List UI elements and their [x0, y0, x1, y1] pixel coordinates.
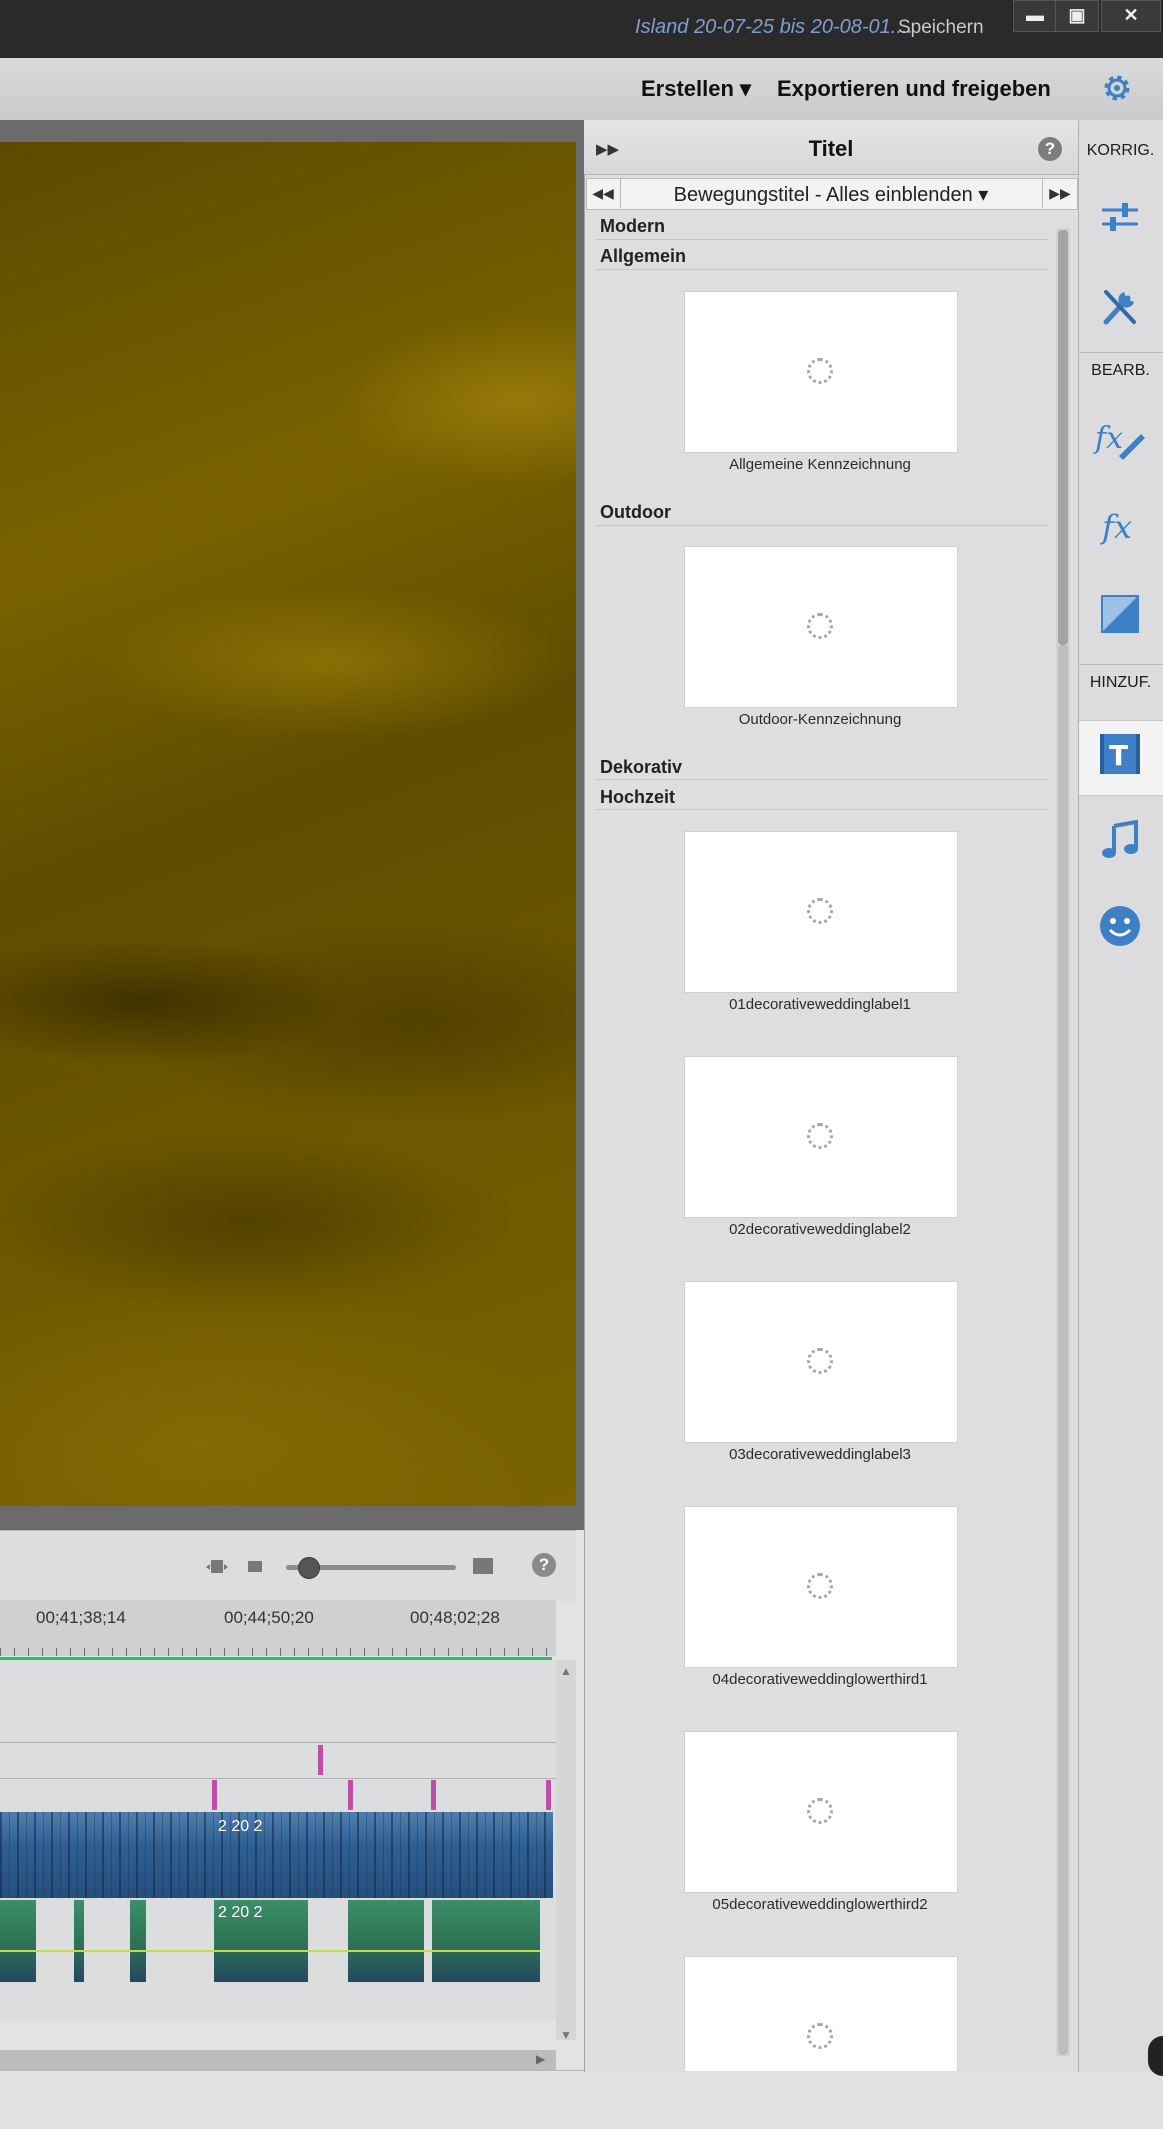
- loading-spinner-icon: [807, 1348, 833, 1374]
- clip-label: 2 20 2: [218, 1818, 263, 1835]
- scroll-right-icon[interactable]: ▶: [536, 2052, 545, 2066]
- svg-text:fx: fx: [1093, 421, 1123, 456]
- scroll-up-icon[interactable]: ▲: [560, 1664, 572, 1678]
- loading-spinner-icon: [807, 1798, 833, 1824]
- loading-spinner-icon: [807, 613, 833, 639]
- title-thumbnail[interactable]: [684, 1956, 958, 2071]
- status-bar: [0, 2070, 1163, 2129]
- video-preview: [0, 142, 576, 1506]
- timecode-3: 00;48;02;28: [410, 1608, 500, 1627]
- scroll-down-icon[interactable]: ▼: [560, 2028, 572, 2042]
- export-share-menu[interactable]: Exportieren und freigeben: [777, 76, 1051, 102]
- adjust-icon[interactable]: [1098, 196, 1142, 240]
- category-outdoor[interactable]: Outdoor: [600, 502, 671, 523]
- transition-icon[interactable]: [1098, 592, 1142, 636]
- timeline-marker[interactable]: [431, 1780, 436, 1810]
- loading-spinner-icon: [807, 898, 833, 924]
- category-divider: [596, 779, 1048, 780]
- gear-icon[interactable]: [1101, 72, 1133, 104]
- timeline-horizontal-scrollbar[interactable]: [0, 2050, 556, 2070]
- tools-icon[interactable]: [1098, 284, 1142, 328]
- clip-label: 2 20 2: [218, 1904, 263, 1921]
- svg-text:fx: fx: [1100, 508, 1132, 546]
- sidebar-divider: [1078, 352, 1163, 353]
- category-dropdown[interactable]: Bewegungstitel - Alles einblenden ▾: [620, 182, 1042, 207]
- timeline-marker[interactable]: [318, 1745, 323, 1775]
- track-gap: [146, 1900, 214, 1982]
- category-divider: [596, 269, 1048, 270]
- category-hochzeit[interactable]: Hochzeit: [600, 787, 675, 808]
- previous-category-icon[interactable]: ◀◀: [586, 178, 621, 208]
- close-button[interactable]: ✕: [1101, 0, 1161, 32]
- save-button[interactable]: Speichern: [898, 17, 984, 39]
- track-divider: [0, 1742, 556, 1743]
- title-label: Allgemeine Kennzeichnung: [729, 456, 911, 473]
- loading-spinner-icon: [807, 1123, 833, 1149]
- svg-text:T: T: [1109, 739, 1128, 772]
- loading-spinner-icon: [807, 358, 833, 384]
- panel-title: Titel: [808, 136, 854, 161]
- timeline-marker[interactable]: [348, 1780, 353, 1810]
- title-label: 02decorativeweddinglabel2: [729, 1221, 911, 1238]
- category-divider: [596, 809, 1048, 810]
- timecode-1: 00;41;38;14: [36, 1608, 126, 1627]
- track-gap: [84, 1900, 130, 1982]
- video-clips[interactable]: [0, 1812, 553, 1898]
- timeline-marker[interactable]: [212, 1780, 217, 1810]
- panel-scrollbar-track[interactable]: [1058, 645, 1068, 2055]
- minimize-button[interactable]: ▬: [1013, 0, 1057, 32]
- panel-help-icon[interactable]: ?: [1038, 137, 1062, 161]
- section-bearb: BEARB.: [1091, 362, 1150, 379]
- volume-line[interactable]: [0, 1950, 540, 1952]
- maximize-button[interactable]: ▣: [1055, 0, 1099, 32]
- panel-scrollbar-thumb[interactable]: [1058, 230, 1068, 645]
- track-gap: [308, 1900, 348, 1982]
- create-menu[interactable]: Erstellen ▾: [641, 76, 751, 102]
- title-label: 04decorativeweddinglowerthird1: [712, 1671, 928, 1688]
- action-sidebar: [1078, 120, 1163, 2072]
- title-label: Outdoor-Kennzeichnung: [738, 711, 902, 728]
- title-label: 05decorativeweddinglowerthird2: [712, 1896, 928, 1913]
- titles-icon[interactable]: T: [1098, 732, 1142, 776]
- fit-timeline-icon[interactable]: [204, 1556, 230, 1578]
- sidebar-divider: [1078, 664, 1163, 665]
- title-bar: [0, 0, 1163, 58]
- category-modern[interactable]: Modern: [600, 216, 665, 237]
- loading-spinner-icon: [807, 1573, 833, 1599]
- timeline-help-icon[interactable]: ?: [532, 1553, 556, 1577]
- title-label: 01decorativeweddinglabel1: [729, 996, 911, 1013]
- timeline-marker[interactable]: [546, 1780, 551, 1810]
- category-divider: [596, 525, 1048, 526]
- track-gap: [36, 1900, 74, 1982]
- track-divider: [0, 1778, 556, 1779]
- fx-edit-icon[interactable]: fx: [1093, 416, 1147, 460]
- floating-button[interactable]: [1148, 2036, 1163, 2076]
- zoom-slider-handle[interactable]: [298, 1557, 320, 1579]
- zoom-in-icon[interactable]: [473, 1558, 493, 1574]
- timeline-vertical-scrollbar[interactable]: [556, 1660, 576, 2040]
- next-category-icon[interactable]: ▶▶: [1042, 178, 1077, 208]
- smiley-icon[interactable]: [1098, 904, 1142, 948]
- category-allgemein[interactable]: Allgemein: [600, 246, 686, 267]
- ruler-ticks: [0, 1648, 556, 1656]
- category-dekorativ[interactable]: Dekorativ: [600, 757, 682, 778]
- audio-track[interactable]: [0, 1900, 540, 1982]
- timecode-2: 00;44;50;20: [224, 1608, 314, 1627]
- category-divider: [596, 239, 1048, 240]
- zoom-out-icon[interactable]: [248, 1561, 262, 1572]
- music-icon[interactable]: [1098, 818, 1142, 862]
- title-label: 03decorativeweddinglabel3: [729, 1446, 911, 1463]
- fx-icon[interactable]: fx: [1098, 504, 1142, 548]
- document-title: Island 20-07-25 bis 20-08-01....: [635, 16, 913, 38]
- section-hinzuf: HINZUF.: [1089, 674, 1152, 691]
- section-korrig: KORRIG.: [1086, 142, 1155, 159]
- loading-spinner-icon: [807, 2023, 833, 2049]
- track-gap: [424, 1900, 432, 1982]
